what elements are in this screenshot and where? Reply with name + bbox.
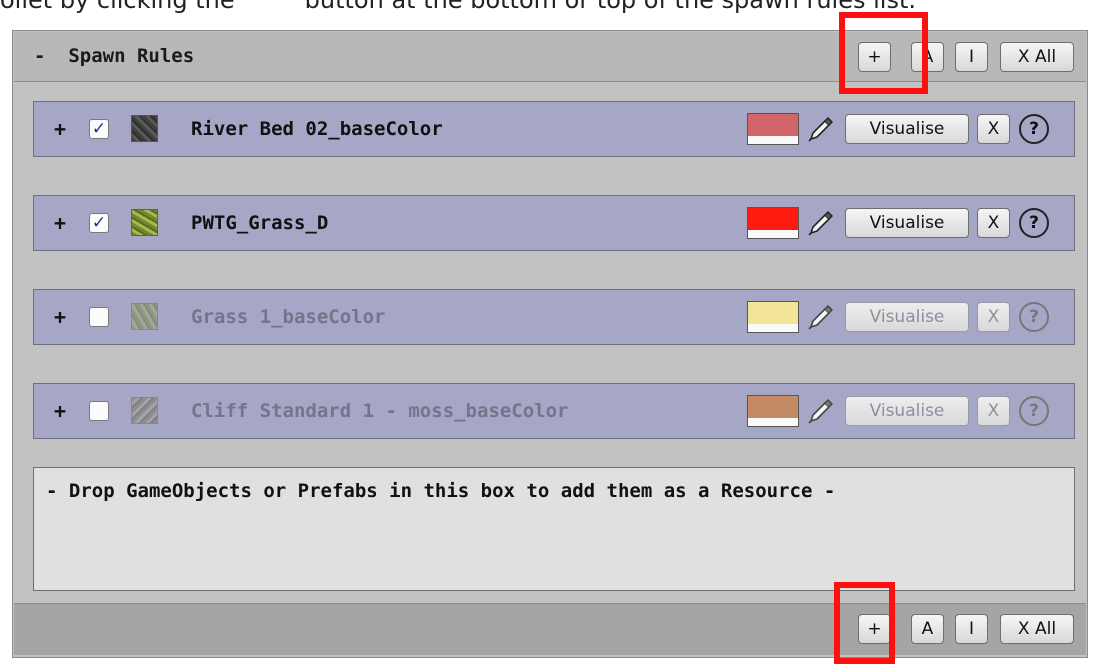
rule-enabled-checkbox[interactable]	[89, 401, 109, 421]
collapse-toggle[interactable]: -	[34, 45, 45, 67]
top-remove-all-button[interactable]: X All	[1000, 42, 1074, 72]
rule-color-swatch[interactable]	[747, 113, 799, 145]
remove-rule-button[interactable]: X	[977, 396, 1010, 426]
spawn-rule-row: + Grass 1_baseColor Visualise X ?	[33, 289, 1075, 345]
bottom-add-rule-button[interactable]: +	[858, 614, 891, 644]
rule-name: PWTG_Grass_D	[191, 212, 329, 234]
spawn-rule-row: + ✓ PWTG_Grass_D Visualise X ?	[33, 195, 1075, 251]
texture-thumbnail	[131, 115, 158, 142]
bottom-select-all-button[interactable]: A	[911, 614, 944, 644]
drop-zone-label: - Drop GameObjects or Prefabs in this bo…	[46, 480, 836, 502]
top-invert-button[interactable]: I	[955, 42, 988, 72]
swatch-fill	[748, 302, 798, 324]
swatch-fill	[748, 396, 798, 418]
bottom-remove-all-button[interactable]: X All	[1000, 614, 1074, 644]
visualise-button[interactable]: Visualise	[845, 208, 969, 238]
remove-rule-button[interactable]: X	[977, 114, 1010, 144]
rule-color-swatch[interactable]	[747, 301, 799, 333]
visualise-button[interactable]: Visualise	[845, 302, 969, 332]
swatch-fill	[748, 114, 798, 136]
spawn-rules-footer: + A I X All	[14, 603, 1086, 655]
texture-thumbnail	[131, 209, 158, 236]
rule-color-swatch[interactable]	[747, 395, 799, 427]
eyedropper-icon[interactable]	[805, 114, 835, 144]
visualise-button[interactable]: Visualise	[845, 114, 969, 144]
rule-enabled-checkbox[interactable]	[89, 307, 109, 327]
rule-name: Cliff Standard 1 - moss_baseColor	[191, 400, 569, 422]
rule-name: River Bed 02_baseColor	[191, 118, 443, 140]
eyedropper-icon[interactable]	[805, 208, 835, 238]
texture-thumbnail	[131, 397, 158, 424]
expand-rule-button[interactable]: +	[54, 384, 66, 438]
eyedropper-icon[interactable]	[805, 396, 835, 426]
spawn-rule-row: + Cliff Standard 1 - moss_baseColor Visu…	[33, 383, 1075, 439]
expand-rule-button[interactable]: +	[54, 290, 66, 344]
top-add-rule-button[interactable]: +	[858, 42, 891, 72]
visualise-button[interactable]: Visualise	[845, 396, 969, 426]
caption-text-before: ollet by clicking the	[0, 0, 235, 14]
spawn-rules-header: - Spawn Rules + A I X All	[14, 32, 1086, 82]
help-icon[interactable]: ?	[1019, 396, 1049, 426]
bottom-invert-button[interactable]: I	[955, 614, 988, 644]
swatch-fill	[748, 208, 798, 230]
expand-rule-button[interactable]: +	[54, 196, 66, 250]
spawn-rule-row: + ✓ River Bed 02_baseColor Visualise X ?	[33, 101, 1075, 157]
help-icon[interactable]: ?	[1019, 114, 1049, 144]
texture-thumbnail	[131, 303, 158, 330]
top-select-all-button[interactable]: A	[911, 42, 944, 72]
help-icon[interactable]: ?	[1019, 208, 1049, 238]
remove-rule-button[interactable]: X	[977, 302, 1010, 332]
expand-rule-button[interactable]: +	[54, 102, 66, 156]
rule-enabled-checkbox[interactable]: ✓	[89, 119, 109, 139]
rule-enabled-checkbox[interactable]: ✓	[89, 213, 109, 233]
rule-color-swatch[interactable]	[747, 207, 799, 239]
panel-title-label: Spawn Rules	[68, 45, 195, 67]
resource-drop-zone[interactable]: - Drop GameObjects or Prefabs in this bo…	[33, 467, 1075, 591]
help-icon[interactable]: ?	[1019, 302, 1049, 332]
spawn-rules-panel: - Spawn Rules + A I X All + ✓ River Bed …	[12, 30, 1088, 658]
caption-text-after: button at the bottom or top of the spawn…	[304, 0, 916, 14]
instruction-caption: ollet by clicking the button at the botto…	[0, 0, 1100, 15]
remove-rule-button[interactable]: X	[977, 208, 1010, 238]
spawn-rules-title[interactable]: - Spawn Rules	[34, 32, 194, 80]
eyedropper-icon[interactable]	[805, 302, 835, 332]
rule-name: Grass 1_baseColor	[191, 306, 386, 328]
